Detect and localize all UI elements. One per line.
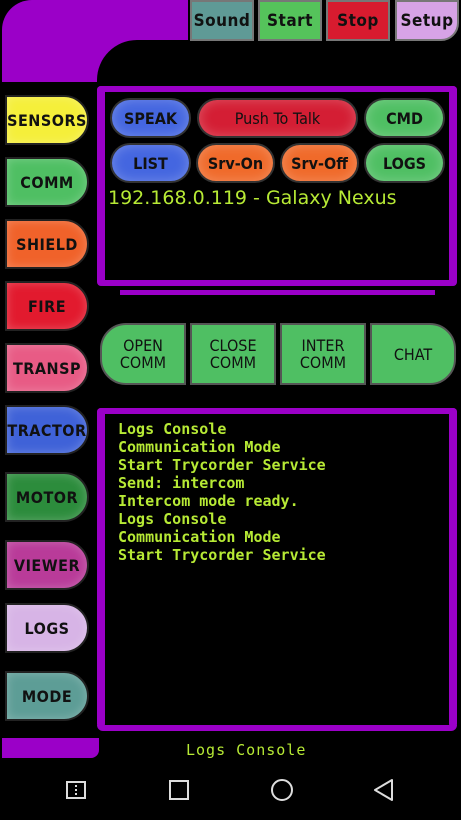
- back-icon[interactable]: [372, 778, 396, 806]
- nav-bar: [0, 760, 461, 820]
- sidebar-item-tractor[interactable]: TRACTOR: [5, 405, 89, 455]
- log-line: Logs Console: [118, 510, 227, 528]
- footer-bar: [2, 738, 99, 758]
- log-line: Send: intercom: [118, 474, 245, 492]
- close-comm-line1: CLOSE: [209, 336, 257, 355]
- sidebar-item-fire[interactable]: FIRE: [5, 281, 89, 331]
- log-console: Logs Console Communication Mode Start Tr…: [118, 420, 326, 564]
- push-to-talk-button[interactable]: Push To Talk: [197, 98, 358, 138]
- sidebar-item-shield[interactable]: SHIELD: [5, 219, 89, 269]
- inter-comm-button[interactable]: INTER COMM: [280, 323, 366, 385]
- log-line: Communication Mode: [118, 438, 281, 456]
- log-line: Logs Console: [118, 420, 227, 438]
- sidebar-item-comm[interactable]: COMM: [5, 157, 89, 207]
- footer-label: Logs Console: [186, 741, 307, 759]
- chat-button[interactable]: CHAT: [370, 323, 456, 385]
- sidebar-item-logs[interactable]: LOGS: [5, 603, 89, 653]
- start-button[interactable]: Start: [258, 0, 322, 41]
- inter-comm-line1: INTER: [301, 336, 345, 355]
- sidebar-item-viewer[interactable]: VIEWER: [5, 540, 89, 590]
- open-comm-line2: COMM: [119, 353, 167, 372]
- log-line: Intercom mode ready.: [118, 492, 299, 510]
- logs-button[interactable]: LOGS: [364, 143, 445, 183]
- speak-button[interactable]: SPEAK: [110, 98, 191, 138]
- recents-icon[interactable]: [169, 780, 189, 804]
- sidebar-item-motor[interactable]: MOTOR: [5, 472, 89, 522]
- log-line: Start Trycorder Service: [118, 456, 326, 474]
- stop-button[interactable]: Stop: [326, 0, 390, 41]
- srv-on-button[interactable]: Srv-On: [196, 143, 275, 183]
- close-comm-line2: COMM: [209, 353, 257, 372]
- connection-status: 192.168.0.119 - Galaxy Nexus: [108, 187, 397, 209]
- cmd-button[interactable]: CMD: [364, 98, 445, 138]
- log-line: Start Trycorder Service: [118, 546, 326, 564]
- list-button[interactable]: LIST: [110, 143, 191, 183]
- open-comm-button[interactable]: OPEN COMM: [100, 323, 186, 385]
- sound-button[interactable]: Sound: [190, 0, 254, 41]
- sidebar-item-mode[interactable]: MODE: [5, 671, 89, 721]
- sidebar-item-transp[interactable]: TRANSP: [5, 343, 89, 393]
- open-comm-line1: OPEN: [123, 336, 163, 355]
- lcars-elbow-top-round: [2, 0, 62, 60]
- menu-icon[interactable]: [66, 780, 86, 804]
- sidebar-item-sensors[interactable]: SENSORS: [5, 95, 89, 145]
- log-line: Communication Mode: [118, 528, 281, 546]
- inter-comm-line2: COMM: [299, 353, 347, 372]
- home-icon[interactable]: [270, 778, 294, 806]
- close-comm-button[interactable]: CLOSE COMM: [190, 323, 276, 385]
- setup-button[interactable]: Setup: [395, 0, 459, 41]
- srv-off-button[interactable]: Srv-Off: [280, 143, 359, 183]
